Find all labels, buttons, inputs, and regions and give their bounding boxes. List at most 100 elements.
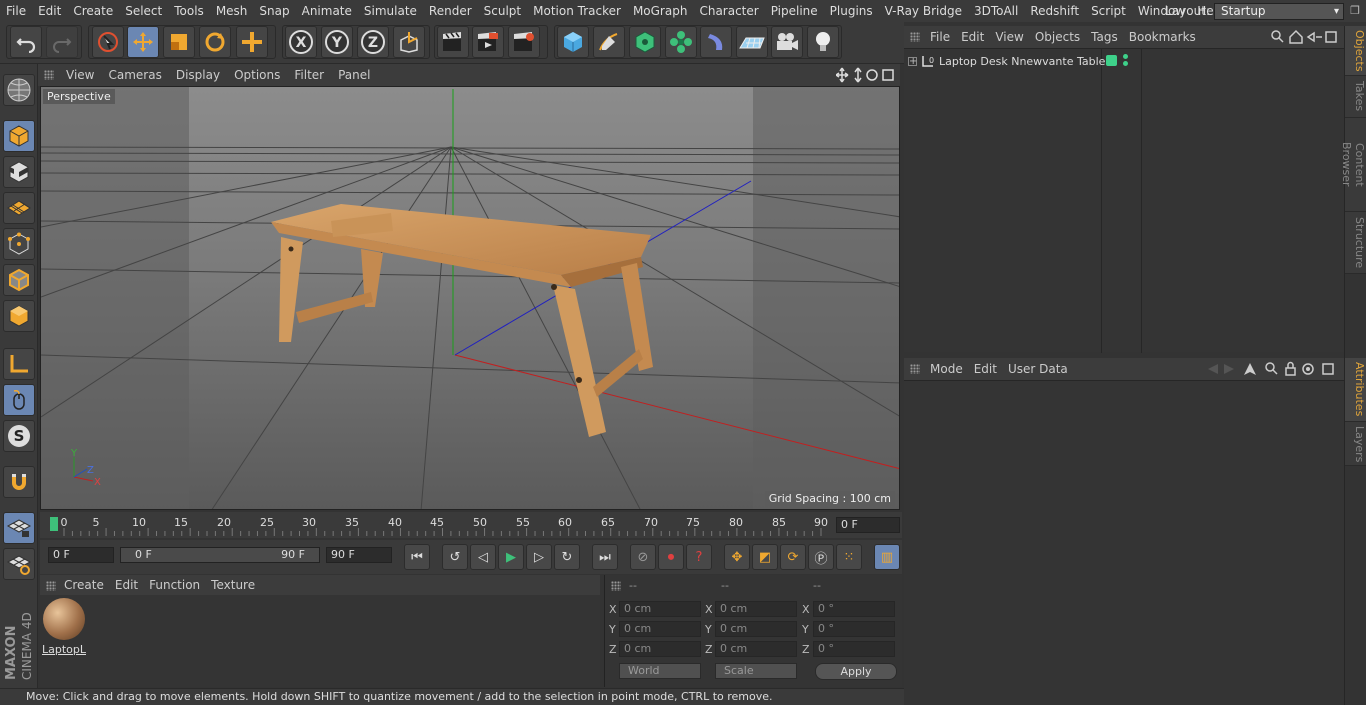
timeline-ruler[interactable]: 0 5 10 15 20 25 30 35 40 45 50 55 60 65 … <box>40 512 902 538</box>
size-mode-select[interactable]: Scale <box>715 663 797 679</box>
light-button[interactable] <box>807 26 839 58</box>
object-grip-icon[interactable] <box>910 32 920 42</box>
move-tool-button[interactable] <box>127 26 159 58</box>
viewport-menu-options[interactable]: Options <box>228 68 288 82</box>
menu-script[interactable]: Script <box>1085 0 1132 22</box>
forward-arrow-icon[interactable] <box>1224 364 1234 374</box>
window-restore-icon[interactable]: ❐ <box>1348 4 1362 18</box>
object-menu-tags[interactable]: Tags <box>1087 30 1125 44</box>
goto-start-button[interactable]: ⏮ <box>404 544 430 570</box>
y-axis-button[interactable]: Y <box>321 26 353 58</box>
apply-button[interactable]: Apply <box>815 663 897 680</box>
menu-create[interactable]: Create <box>67 0 119 22</box>
autokey-button[interactable]: ? <box>686 544 712 570</box>
menu-motion-tracker[interactable]: Motion Tracker <box>527 0 627 22</box>
prev-key-button[interactable]: ↺ <box>442 544 468 570</box>
attribute-menu-edit[interactable]: Edit <box>970 362 1004 376</box>
display-tag-icon[interactable] <box>1106 55 1117 66</box>
search-icon[interactable] <box>1271 30 1281 40</box>
viewport-menu-panel[interactable]: Panel <box>332 68 378 82</box>
cube-button[interactable] <box>557 26 589 58</box>
pos-z-field[interactable]: 0 cm <box>619 641 701 657</box>
zoom-view-icon[interactable] <box>854 67 862 83</box>
tab-structure[interactable]: Structure <box>1345 212 1366 274</box>
attribute-menu-user-data[interactable]: User Data <box>1004 362 1075 376</box>
menu-vray-bridge[interactable]: V-Ray Bridge <box>879 0 968 22</box>
preview-range-slider[interactable]: 0 F 90 F <box>120 547 320 563</box>
tab-layers[interactable]: Layers <box>1345 422 1366 466</box>
viewport-grip-icon[interactable] <box>44 70 54 80</box>
solo-button[interactable]: S <box>3 420 35 452</box>
object-name[interactable]: Laptop Desk Nnewvante Table <box>939 55 1105 68</box>
current-frame-field[interactable]: 0 F <box>836 517 900 533</box>
polygons-mode-button[interactable] <box>3 300 35 332</box>
key-scale-button[interactable]: ◩ <box>752 544 778 570</box>
size-z-field[interactable]: 0 cm <box>715 641 797 657</box>
next-key-button[interactable]: ↻ <box>554 544 580 570</box>
object-menu-view[interactable]: View <box>991 30 1030 44</box>
object-menu-objects[interactable]: Objects <box>1031 30 1087 44</box>
rot-z-field[interactable]: 0 ° <box>813 641 895 657</box>
menu-sculpt[interactable]: Sculpt <box>478 0 527 22</box>
size-y-field[interactable]: 0 cm <box>715 621 797 637</box>
make-editable-button[interactable] <box>3 74 35 106</box>
back-arrow-icon[interactable] <box>1208 364 1218 374</box>
editor-visibility-dot[interactable] <box>1123 54 1128 59</box>
layout-select[interactable]: Startup <box>1214 2 1344 20</box>
material-menu-function[interactable]: Function <box>145 578 207 592</box>
viewport-menu-filter[interactable]: Filter <box>288 68 332 82</box>
menu-edit[interactable]: Edit <box>32 0 67 22</box>
attribute-search-icon[interactable] <box>1265 362 1275 372</box>
motion-record-button[interactable]: ⊘ <box>630 544 656 570</box>
key-rotation-button[interactable]: ⟳ <box>780 544 806 570</box>
scale-tool-button[interactable] <box>163 26 195 58</box>
key-position-button[interactable]: ✥ <box>724 544 750 570</box>
tab-content-browser[interactable]: Content Browser <box>1340 118 1366 212</box>
menu-file[interactable]: File <box>0 0 32 22</box>
goto-end-button[interactable]: ⏭ <box>592 544 618 570</box>
lock-icon[interactable] <box>1285 367 1296 376</box>
render-settings-button[interactable] <box>508 26 540 58</box>
menu-redshift[interactable]: Redshift <box>1024 0 1085 22</box>
rotate-view-icon[interactable] <box>866 69 878 81</box>
end-frame-field[interactable]: 90 F <box>326 547 392 563</box>
model-mode-button[interactable] <box>3 120 35 152</box>
menu-simulate[interactable]: Simulate <box>358 0 423 22</box>
menu-character[interactable]: Character <box>693 0 764 22</box>
menu-mesh[interactable]: Mesh <box>210 0 254 22</box>
coordinate-space-select[interactable]: World <box>619 663 701 679</box>
attribute-new-window-icon[interactable] <box>1322 363 1334 375</box>
menu-animate[interactable]: Animate <box>296 0 358 22</box>
floor-button[interactable] <box>736 26 768 58</box>
viewport-menu-display[interactable]: Display <box>170 68 228 82</box>
navigate-back-icon[interactable] <box>1306 31 1322 43</box>
object-menu-file[interactable]: File <box>926 30 957 44</box>
rotate-tool-button[interactable] <box>199 26 231 58</box>
menu-pipeline[interactable]: Pipeline <box>765 0 824 22</box>
menu-render[interactable]: Render <box>423 0 478 22</box>
menu-plugins[interactable]: Plugins <box>824 0 879 22</box>
axis-mode-button[interactable] <box>3 348 35 380</box>
rot-y-field[interactable]: 0 ° <box>813 621 895 637</box>
material-menu-texture[interactable]: Texture <box>207 578 262 592</box>
render-picture-viewer-button[interactable] <box>472 26 504 58</box>
next-frame-button[interactable]: ▷ <box>526 544 552 570</box>
snap-button[interactable] <box>3 466 35 498</box>
pos-x-field[interactable]: 0 cm <box>619 601 701 617</box>
tab-objects[interactable]: Objects <box>1345 26 1366 76</box>
object-menu-bookmarks[interactable]: Bookmarks <box>1125 30 1203 44</box>
deformer-button[interactable] <box>700 26 732 58</box>
menu-mograph[interactable]: MoGraph <box>627 0 694 22</box>
timeline-window-button[interactable]: ▥ <box>874 544 900 570</box>
maximize-view-icon[interactable] <box>882 69 894 81</box>
render-view-button[interactable] <box>437 26 469 58</box>
timeline-ticks[interactable]: 0 5 10 15 20 25 30 35 40 45 50 55 60 65 … <box>48 514 828 536</box>
viewport-menu-cameras[interactable]: Cameras <box>102 68 169 82</box>
key-pla-button[interactable]: ⁙ <box>836 544 862 570</box>
z-axis-button[interactable]: Z <box>357 26 389 58</box>
live-selection-button[interactable] <box>92 26 124 58</box>
size-x-field[interactable]: 0 cm <box>715 601 797 617</box>
perspective-viewport[interactable]: Y Z X Perspective Grid Spacing : 100 cm <box>40 86 900 510</box>
redo-button[interactable] <box>46 26 78 58</box>
menu-3dtoall[interactable]: 3DToAll <box>968 0 1024 22</box>
